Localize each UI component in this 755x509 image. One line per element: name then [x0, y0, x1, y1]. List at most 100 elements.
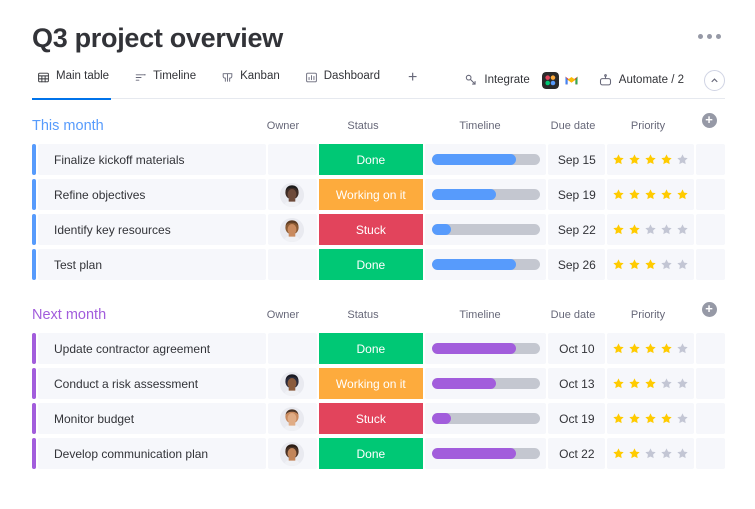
row-due-date[interactable]: Sep 19	[548, 179, 605, 210]
column-header-status[interactable]: Status	[309, 113, 417, 139]
progress-fill	[432, 448, 516, 459]
row-name[interactable]: Update contractor agreement	[38, 333, 266, 364]
group-title[interactable]: Next month	[32, 307, 106, 323]
row-status[interactable]: Done	[319, 249, 423, 280]
row-due-date[interactable]: Oct 19	[548, 403, 605, 434]
table-row[interactable]: Identify key resources Stuck Sep 22	[32, 214, 725, 245]
row-name[interactable]: Identify key resources	[38, 214, 266, 245]
table-row[interactable]: Conduct a risk assessment Working on it Oc…	[32, 368, 725, 399]
rating-stars[interactable]	[612, 223, 689, 236]
group-title[interactable]: This month	[32, 118, 104, 134]
row-name[interactable]: Develop communication plan	[38, 438, 266, 469]
add-column-button[interactable]: +	[702, 302, 717, 317]
column-header-timeline[interactable]: Timeline	[417, 113, 543, 139]
rating-stars[interactable]	[612, 342, 689, 355]
rating-stars[interactable]	[612, 188, 689, 201]
table-row[interactable]: Monitor budget Stuck Oct 19	[32, 403, 725, 434]
row-status[interactable]: Stuck	[319, 403, 423, 434]
tab-timeline[interactable]: Timeline	[129, 70, 207, 99]
row-due-date[interactable]: Oct 10	[548, 333, 605, 364]
row-name[interactable]: Refine objectives	[38, 179, 266, 210]
column-header-priority[interactable]: Priority	[603, 113, 693, 139]
row-owner[interactable]	[268, 333, 317, 364]
add-column-cell: +	[693, 113, 725, 139]
row-due-date[interactable]: Oct 13	[548, 368, 605, 399]
monday-app-icon[interactable]	[542, 72, 559, 89]
row-timeline[interactable]	[425, 214, 547, 245]
column-header-due-date[interactable]: Due date	[543, 302, 603, 328]
row-timeline[interactable]	[425, 403, 547, 434]
rating-stars[interactable]	[612, 153, 689, 166]
column-header-status[interactable]: Status	[309, 302, 417, 328]
row-owner[interactable]	[268, 214, 317, 245]
row-status[interactable]: Done	[319, 438, 423, 469]
row-owner[interactable]	[268, 403, 317, 434]
row-timeline[interactable]	[425, 144, 547, 175]
table-row[interactable]: Finalize kickoff materials Done Sep 15	[32, 144, 725, 175]
row-priority[interactable]	[607, 179, 693, 210]
tab-main-table[interactable]: Main table	[32, 70, 120, 99]
row-gutter	[696, 214, 725, 245]
column-header-priority[interactable]: Priority	[603, 302, 693, 328]
row-name[interactable]: Finalize kickoff materials	[38, 144, 266, 175]
rating-stars[interactable]	[612, 412, 689, 425]
integrate-button[interactable]: Integrate	[458, 73, 535, 87]
row-status[interactable]: Done	[319, 144, 423, 175]
row-priority[interactable]	[607, 249, 693, 280]
tab-label: Kanban	[240, 71, 280, 83]
star-icon	[676, 447, 689, 460]
row-timeline[interactable]	[425, 249, 547, 280]
row-owner[interactable]	[268, 368, 317, 399]
rating-stars[interactable]	[612, 258, 689, 271]
row-timeline[interactable]	[425, 333, 547, 364]
star-icon	[644, 377, 657, 390]
star-icon	[644, 412, 657, 425]
row-due-date[interactable]: Sep 15	[548, 144, 605, 175]
table-row[interactable]: Update contractor agreement Done Oct 10	[32, 333, 725, 364]
rating-stars[interactable]	[612, 447, 689, 460]
add-view-button[interactable]: +	[400, 70, 425, 94]
column-header-due-date[interactable]: Due date	[543, 113, 603, 139]
tab-dashboard[interactable]: Dashboard	[300, 70, 391, 99]
table-row[interactable]: Test plan Done Sep 26	[32, 249, 725, 280]
row-owner[interactable]	[268, 179, 317, 210]
rating-stars[interactable]	[612, 377, 689, 390]
row-status[interactable]: Working on it	[319, 368, 423, 399]
add-column-button[interactable]: +	[702, 113, 717, 128]
row-name[interactable]: Conduct a risk assessment	[38, 368, 266, 399]
row-color-accent	[32, 144, 36, 175]
add-column-cell: +	[693, 302, 725, 328]
row-priority[interactable]	[607, 438, 693, 469]
row-priority[interactable]	[607, 403, 693, 434]
row-name[interactable]: Monitor budget	[38, 403, 266, 434]
row-timeline[interactable]	[425, 438, 547, 469]
more-options-button[interactable]	[694, 28, 725, 45]
row-priority[interactable]	[607, 144, 693, 175]
row-owner[interactable]	[268, 144, 317, 175]
column-header-owner[interactable]: Owner	[257, 302, 309, 328]
progress-bar	[432, 259, 540, 270]
table-row[interactable]: Develop communication plan Done Oct 22	[32, 438, 725, 469]
row-due-date[interactable]: Oct 22	[548, 438, 605, 469]
gmail-icon[interactable]	[563, 72, 580, 89]
row-timeline[interactable]	[425, 179, 547, 210]
collapse-toolbar-button[interactable]	[704, 70, 725, 91]
row-status[interactable]: Done	[319, 333, 423, 364]
row-owner[interactable]	[268, 438, 317, 469]
row-timeline[interactable]	[425, 368, 547, 399]
row-status[interactable]: Working on it	[319, 179, 423, 210]
row-status[interactable]: Stuck	[319, 214, 423, 245]
table-row[interactable]: Refine objectives Working on it Sep 19	[32, 179, 725, 210]
row-due-date[interactable]: Sep 22	[548, 214, 605, 245]
star-icon	[676, 412, 689, 425]
row-priority[interactable]	[607, 368, 693, 399]
row-name[interactable]: Test plan	[38, 249, 266, 280]
automate-button[interactable]: Automate / 2	[592, 73, 690, 88]
column-header-owner[interactable]: Owner	[257, 113, 309, 139]
row-priority[interactable]	[607, 214, 693, 245]
row-priority[interactable]	[607, 333, 693, 364]
row-owner[interactable]	[268, 249, 317, 280]
tab-kanban[interactable]: Kanban	[216, 70, 291, 99]
row-due-date[interactable]: Sep 26	[548, 249, 605, 280]
column-header-timeline[interactable]: Timeline	[417, 302, 543, 328]
